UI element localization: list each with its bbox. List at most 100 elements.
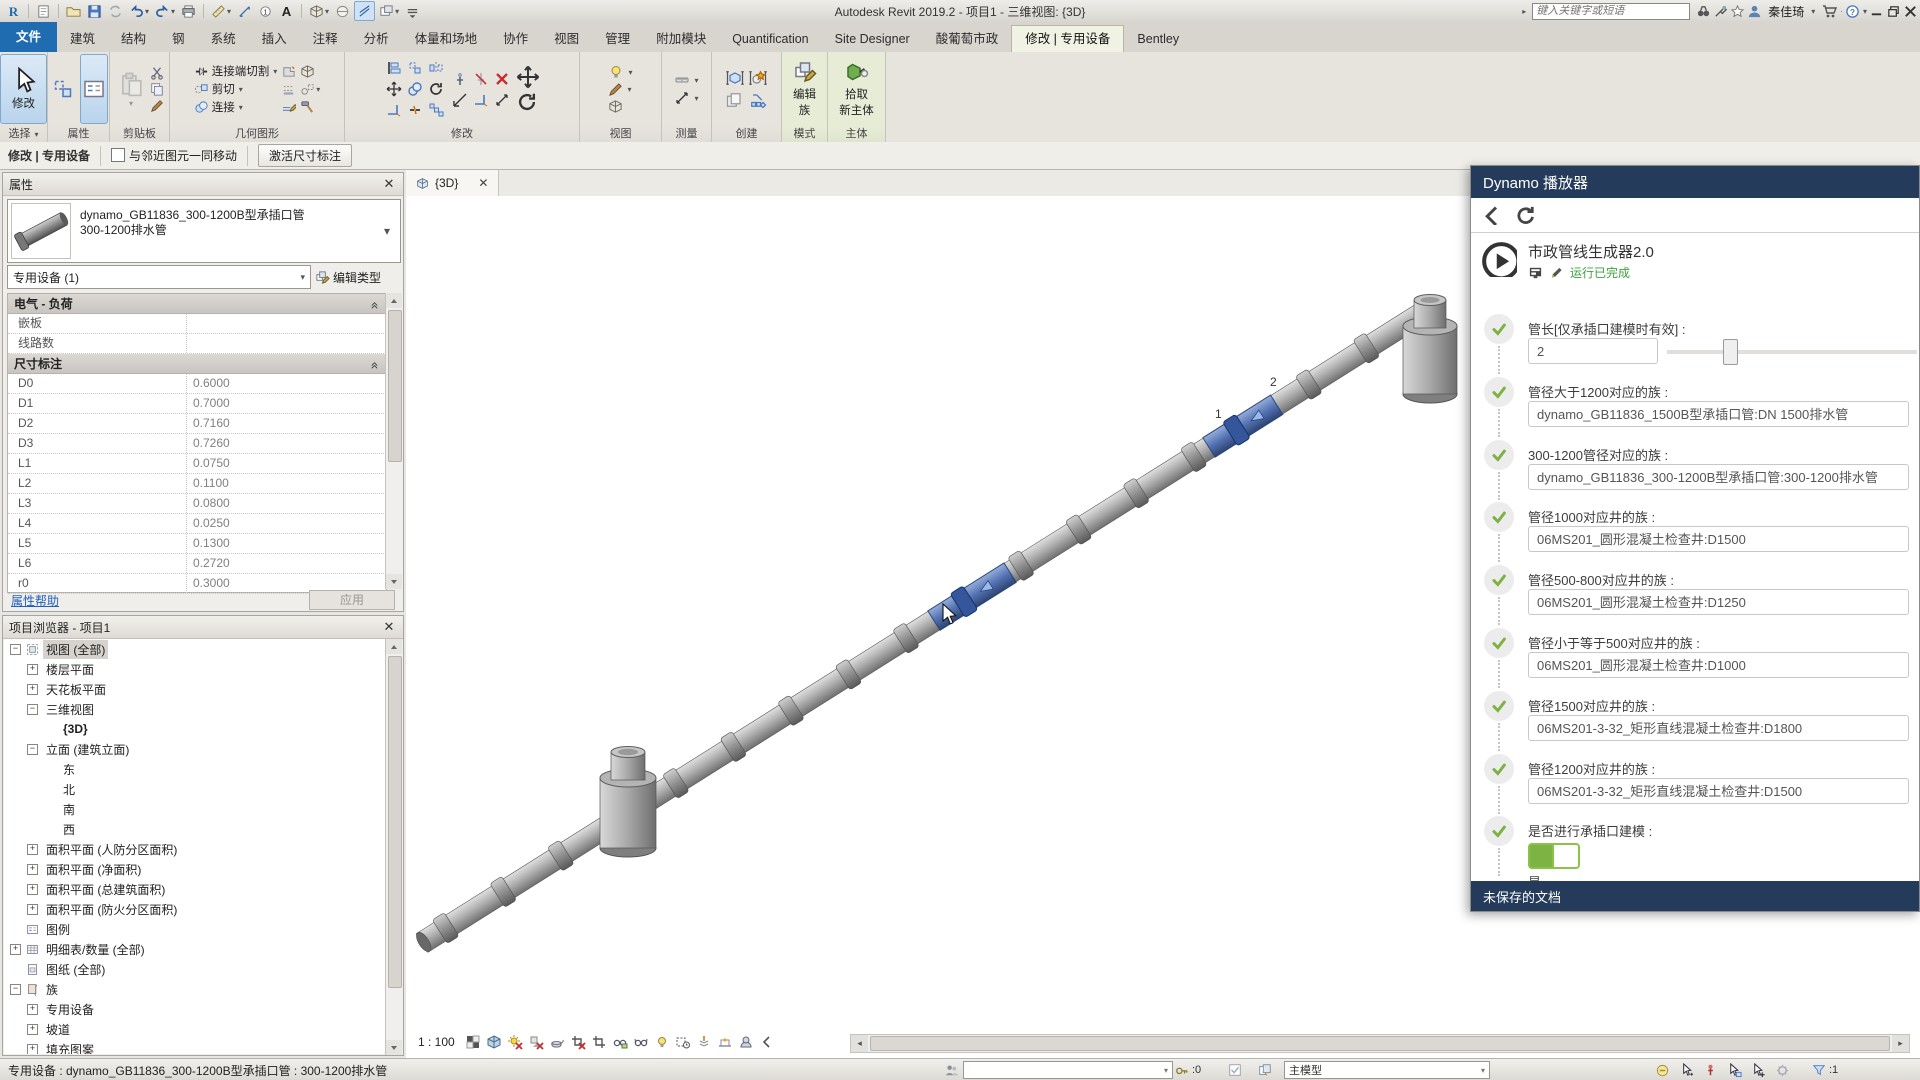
scroll-up-icon[interactable]: [386, 293, 402, 308]
join-geometry-button[interactable]: 连接▾: [194, 99, 243, 115]
move-big-button[interactable]: [516, 65, 540, 89]
create-assembly-button[interactable]: [725, 90, 745, 110]
browser-item-label[interactable]: 坡道: [43, 1020, 73, 1039]
browser-item-南[interactable]: 南: [4, 799, 385, 819]
pick-new-host-button[interactable]: 拾取新主体: [834, 55, 880, 123]
expander-plus-icon[interactable]: +: [27, 864, 38, 875]
ribbon-tab-注释[interactable]: 注释: [300, 26, 351, 52]
param-value[interactable]: 0.0750: [186, 454, 386, 473]
param-value[interactable]: 0.7160: [186, 414, 386, 433]
browser-item-label[interactable]: 面积平面 (防火分区面积): [43, 900, 180, 919]
reveal-hidden-elements-button[interactable]: [654, 1034, 670, 1050]
field-input[interactable]: 06MS201-3-32_矩形直线混凝土检查井:D1800: [1528, 715, 1909, 741]
type-selector-dropdown-icon[interactable]: ▾: [384, 200, 400, 262]
filter-funnel-icon[interactable]: [1812, 1063, 1826, 1077]
ribbon-tab-酸葡萄市政[interactable]: 酸葡萄市政: [923, 26, 1012, 52]
reveal-constraints-button[interactable]: [717, 1034, 733, 1050]
qat-customize-qat[interactable]: [403, 2, 422, 20]
edit-pencil-icon[interactable]: [1549, 265, 1564, 280]
ribbon-tab-修改 | 专用设备[interactable]: 修改 | 专用设备: [1011, 25, 1124, 52]
panel-label[interactable]: 测量: [662, 126, 711, 142]
browser-item-填充图案[interactable]: +填充图案: [4, 1039, 385, 1054]
expander-minus-icon[interactable]: −: [10, 984, 21, 995]
param-value[interactable]: [186, 334, 386, 353]
param-value[interactable]: 0.1300: [186, 534, 386, 553]
copy-o-button[interactable]: [407, 81, 423, 97]
browser-item-面积平面 (净面积)[interactable]: +面积平面 (净面积): [4, 859, 385, 879]
run-script-play-icon[interactable]: [1481, 241, 1517, 277]
expander-plus-icon[interactable]: +: [10, 944, 21, 955]
expander-plus-icon[interactable]: +: [27, 904, 38, 915]
field-input[interactable]: dynamo_GB11836_1500B型承插口管:DN 1500排水管: [1528, 401, 1909, 427]
close-icon[interactable]: ✕: [381, 619, 397, 635]
ribbon-tab-建筑[interactable]: 建筑: [57, 26, 108, 52]
close-view-icon[interactable]: ✕: [478, 176, 488, 190]
browser-item-label[interactable]: 东: [60, 760, 78, 779]
cope-button[interactable]: [281, 64, 296, 79]
qat-save[interactable]: [85, 2, 104, 20]
dimension-button[interactable]: ▾: [674, 90, 698, 106]
temporary-view-properties-button[interactable]: [675, 1034, 691, 1050]
qat-section[interactable]: [333, 2, 352, 20]
expander-minus-icon[interactable]: −: [10, 644, 21, 655]
lighting-button[interactable]: ▾: [608, 64, 632, 80]
browser-item-label[interactable]: 天花板平面: [43, 680, 109, 699]
qat-text[interactable]: A: [277, 2, 296, 20]
ribbon-tab-协作[interactable]: 协作: [490, 26, 541, 52]
ribbon-tab-结构[interactable]: 结构: [108, 26, 159, 52]
editable-key-icon[interactable]: [1175, 1063, 1189, 1077]
param-group-电气 - 负荷[interactable]: 电气 - 负荷: [8, 294, 386, 314]
param-value[interactable]: 0.0250: [186, 514, 386, 533]
ribbon-tab-Quantification[interactable]: Quantification: [719, 26, 821, 52]
create-group-button[interactable]: [725, 68, 745, 88]
pin-badge-button[interactable]: [1703, 1063, 1718, 1078]
create-similar-button[interactable]: [748, 68, 768, 88]
ribbon-tab-Bentley[interactable]: Bentley: [1124, 26, 1192, 52]
panel-label[interactable]: 属性: [48, 126, 109, 142]
scroll-down-icon[interactable]: [386, 574, 402, 589]
field-input[interactable]: 06MS201_圆形混凝土检查井:D1250: [1528, 589, 1909, 615]
scale-ic-button[interactable]: [452, 92, 468, 108]
trim-button[interactable]: [473, 92, 489, 108]
browser-item-label[interactable]: 面积平面 (总建筑面积): [43, 880, 168, 899]
linework-button[interactable]: ▾: [608, 82, 631, 97]
array-button[interactable]: [428, 102, 444, 118]
browser-item-西[interactable]: 西: [4, 819, 385, 839]
param-value[interactable]: [186, 314, 386, 333]
scroll-up-icon[interactable]: [386, 639, 402, 654]
show-crop-region-button[interactable]: [591, 1034, 607, 1050]
browser-item-明细表/数量 (全部)[interactable]: +明细表/数量 (全部): [4, 939, 385, 959]
browser-item-北[interactable]: 北: [4, 779, 385, 799]
browser-item-天花板平面[interactable]: +天花板平面: [4, 679, 385, 699]
panel-label[interactable]: 选择 ▾: [0, 126, 47, 142]
default-3d-button[interactable]: [608, 99, 623, 114]
split-button[interactable]: [407, 102, 423, 118]
param-row[interactable]: D10.7000: [8, 394, 386, 414]
browser-item-label[interactable]: 族: [43, 980, 61, 999]
move-with-nearby-checkbox[interactable]: 与邻近图元一同移动: [111, 147, 237, 164]
dim-diag-button[interactable]: [494, 92, 510, 108]
browser-item-label[interactable]: 西: [60, 820, 78, 839]
param-row[interactable]: 线路数: [8, 334, 386, 354]
dynamo-player-header[interactable]: Dynamo 播放器: [1471, 166, 1919, 198]
type-selector[interactable]: dynamo_GB11836_300-1200B型承插口管 300-1200排水…: [7, 199, 401, 263]
view-tab-3d[interactable]: {3D} ✕: [406, 170, 499, 196]
unpin-button[interactable]: [473, 71, 489, 87]
expander-plus-icon[interactable]: +: [27, 1004, 38, 1015]
create-parts-button[interactable]: [748, 90, 768, 110]
apply-button[interactable]: 应用: [309, 590, 395, 610]
ribbon-tab-分析[interactable]: 分析: [351, 26, 402, 52]
filter-edit-button[interactable]: [1727, 1063, 1742, 1078]
param-row[interactable]: L30.0800: [8, 494, 386, 514]
browser-item-三维视图[interactable]: −三维视图: [4, 699, 385, 719]
cut-button[interactable]: [150, 65, 164, 80]
view-scale[interactable]: 1 : 100: [412, 1035, 461, 1049]
search-expand-icon[interactable]: ▸: [1522, 7, 1526, 16]
ribbon-tab-钢[interactable]: 钢: [159, 26, 198, 52]
press-drag-button[interactable]: [1679, 1063, 1694, 1078]
browser-scrollbar[interactable]: [385, 639, 403, 1055]
signed-in-user[interactable]: 秦佳琦: [1768, 3, 1804, 20]
close-icon[interactable]: ✕: [381, 176, 397, 192]
qat-switch-windows[interactable]: ▾: [377, 2, 401, 20]
expander-minus-icon[interactable]: −: [27, 744, 38, 755]
